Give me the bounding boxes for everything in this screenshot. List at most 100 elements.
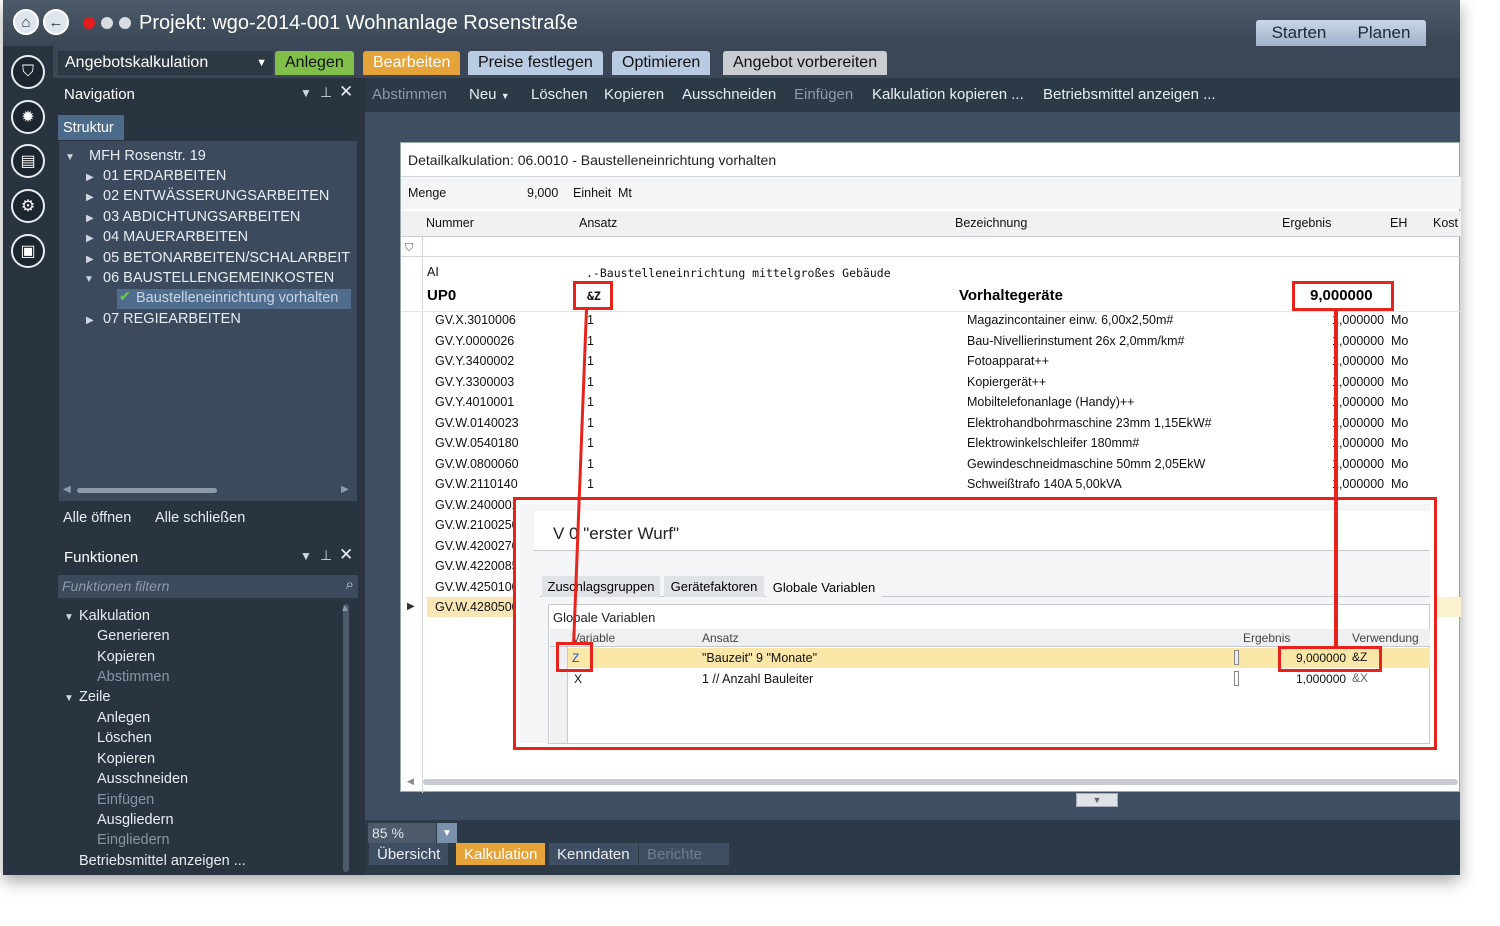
- func-abstimmen[interactable]: Abstimmen: [97, 669, 170, 685]
- minimize-dot-icon[interactable]: [101, 17, 113, 29]
- filter-row[interactable]: [401, 237, 1461, 257]
- row-bezeichnung[interactable]: Kopiergerät++: [967, 375, 1046, 389]
- col-ansatz[interactable]: Ansatz: [579, 216, 617, 230]
- row-bezeichnung[interactable]: Elektrohandbohrmaschine 23mm 1,15EkW#: [967, 416, 1212, 430]
- row-up0-nummer[interactable]: UP0: [427, 287, 456, 304]
- loeschen-button[interactable]: Löschen: [531, 86, 588, 103]
- einfuegen-button[interactable]: Einfügen: [794, 86, 853, 103]
- row-ansatz[interactable]: 1: [587, 436, 594, 450]
- row-nummer[interactable]: GV.W.2400001: [435, 498, 519, 512]
- kalkulation-kopieren-button[interactable]: Kalkulation kopieren ...: [872, 86, 1024, 103]
- tree-item-04[interactable]: 04 MAUERARBEITEN: [103, 229, 248, 245]
- row-nummer[interactable]: GV.W.4220085: [435, 559, 519, 573]
- close-icon[interactable]: ✕: [339, 545, 353, 565]
- tab-uebersicht[interactable]: Übersicht: [369, 843, 449, 865]
- func-loeschen[interactable]: Löschen: [97, 730, 152, 746]
- row-ansatz[interactable]: 1: [587, 477, 594, 491]
- row-eh[interactable]: Mo: [1391, 354, 1408, 368]
- caret-right-icon[interactable]: ▶: [86, 213, 94, 224]
- tab-anlegen[interactable]: Anlegen: [275, 51, 354, 75]
- settings-gear-icon[interactable]: ⚙: [11, 189, 45, 223]
- col-ergebnis[interactable]: Ergebnis: [1282, 216, 1331, 230]
- alle-schliessen-button[interactable]: Alle schließen: [155, 510, 245, 526]
- row-nummer[interactable]: GV.W.0540180: [435, 436, 519, 450]
- row-bezeichnung[interactable]: Fotoapparat++: [967, 354, 1049, 368]
- neu-button[interactable]: Neu ▼: [469, 86, 510, 103]
- func-ausschneiden[interactable]: Ausschneiden: [97, 771, 188, 787]
- func-einfuegen[interactable]: Einfügen: [97, 792, 154, 808]
- row-ansatz[interactable]: 1: [587, 457, 594, 471]
- row-eh[interactable]: Mo: [1391, 395, 1408, 409]
- menge-value[interactable]: 9,000: [527, 186, 558, 200]
- home-icon[interactable]: ⌂: [13, 9, 39, 35]
- tree-item-06[interactable]: 06 BAUSTELLENGEMEINKOSTEN: [103, 270, 334, 286]
- tab-berichte[interactable]: Berichte: [639, 843, 729, 865]
- caret-down-icon[interactable]: ▼: [84, 274, 94, 285]
- starten-tab[interactable]: Starten: [1272, 23, 1327, 43]
- close-dot-icon[interactable]: [83, 17, 95, 29]
- row-nummer[interactable]: GV.W.4280500: [435, 600, 519, 614]
- row-nummer[interactable]: GV.Y.0000026: [435, 334, 514, 348]
- func-generieren[interactable]: Generieren: [97, 628, 170, 644]
- tree-item-03[interactable]: 03 ABDICHTUNGSARBEITEN: [103, 209, 300, 225]
- col-eh[interactable]: EH: [1390, 216, 1407, 230]
- caret-right-icon[interactable]: ▶: [86, 315, 94, 326]
- row-ergebnis[interactable]: 1,000000: [1332, 354, 1384, 368]
- functions-filter-input[interactable]: Funktionen filtern ⌕: [58, 575, 358, 598]
- row-bezeichnung[interactable]: Gewindeschneidmaschine 50mm 2,05EkW: [967, 457, 1205, 471]
- window-icon[interactable]: ▣: [11, 234, 45, 268]
- row-ai-nummer[interactable]: AI: [427, 265, 439, 279]
- tree-item-02[interactable]: 02 ENTWÄSSERUNGSARBEITEN: [103, 188, 329, 204]
- row-eh[interactable]: Mo: [1391, 436, 1408, 450]
- filter-funnel-icon[interactable]: ⛉: [11, 55, 45, 89]
- chevron-down-icon[interactable]: ▼: [437, 823, 457, 843]
- tab-bearbeiten[interactable]: Bearbeiten: [363, 51, 461, 75]
- tab-preise-festlegen[interactable]: Preise festlegen: [468, 51, 603, 75]
- row-ergebnis[interactable]: 1,000000: [1332, 416, 1384, 430]
- func-anlegen[interactable]: Anlegen: [97, 710, 150, 726]
- abstimmen-button[interactable]: Abstimmen: [372, 86, 447, 103]
- expand-handle-icon[interactable]: ▼: [1076, 793, 1118, 807]
- row-eh[interactable]: Mo: [1391, 375, 1408, 389]
- row-bezeichnung[interactable]: Mobiltelefonanlage (Handy)++: [967, 395, 1134, 409]
- func-kopieren[interactable]: Kopieren: [97, 649, 155, 665]
- panel-menu-icon[interactable]: ▼: [300, 86, 312, 100]
- row-nummer[interactable]: GV.W.2110140: [435, 477, 518, 491]
- row-eh[interactable]: Mo: [1391, 416, 1408, 430]
- row-ansatz[interactable]: 1: [587, 354, 594, 368]
- scroll-right-icon[interactable]: ▶: [341, 484, 349, 495]
- ausschneiden-button[interactable]: Ausschneiden: [682, 86, 776, 103]
- row-eh[interactable]: Mo: [1391, 477, 1408, 491]
- tree-item-07[interactable]: 07 REGIEARBEITEN: [103, 311, 241, 327]
- pin-icon[interactable]: ⊥: [320, 84, 332, 101]
- functions-scrollbar[interactable]: [343, 604, 349, 872]
- row-nummer[interactable]: GV.X.3010006: [435, 313, 516, 327]
- row-ergebnis[interactable]: 1,000000: [1332, 457, 1384, 471]
- row-nummer[interactable]: GV.W.2100250: [435, 518, 519, 532]
- row-ergebnis[interactable]: 1,000000: [1332, 375, 1384, 389]
- row-nummer[interactable]: GV.W.4200270: [435, 539, 519, 553]
- zoom-select[interactable]: 85 %: [368, 823, 436, 843]
- caret-right-icon[interactable]: ▶: [86, 192, 94, 203]
- row-up0-bezeichnung[interactable]: Vorhaltegeräte: [959, 287, 1063, 304]
- pin-icon[interactable]: ⊥: [320, 547, 332, 564]
- horizontal-scrollbar[interactable]: [77, 488, 217, 493]
- col-nummer[interactable]: Nummer: [426, 216, 474, 230]
- row-nummer[interactable]: GV.Y.4010001: [435, 395, 514, 409]
- row-nummer[interactable]: GV.Y.3300003: [435, 375, 514, 389]
- sun-gear-icon[interactable]: ✹: [11, 100, 45, 134]
- betriebsmittel-anzeigen-button[interactable]: Betriebsmittel anzeigen ...: [1043, 86, 1216, 103]
- func-betriebsmittel-anzeigen[interactable]: Betriebsmittel anzeigen ...: [79, 853, 246, 869]
- scroll-left-icon[interactable]: ◀: [407, 776, 414, 787]
- row-ai-ansatz[interactable]: .-Baustelleneinrichtung mittelgroßes Geb…: [586, 266, 891, 280]
- tree-item-05[interactable]: 05 BETONARBEITEN/SCHALARBEITEN: [103, 250, 351, 266]
- row-ergebnis[interactable]: 1,000000: [1332, 477, 1384, 491]
- tree-item-baustelleneinrichtung[interactable]: Baustelleneinrichtung vorhalten: [136, 290, 338, 306]
- grid-horizontal-scrollbar[interactable]: [423, 779, 1458, 785]
- caret-right-icon[interactable]: ▶: [86, 254, 94, 265]
- tree-item-01[interactable]: 01 ERDARBEITEN: [103, 168, 226, 184]
- module-dropdown[interactable]: Angebotskalkulation ▼: [58, 51, 273, 75]
- row-eh[interactable]: Mo: [1391, 334, 1408, 348]
- caret-down-icon[interactable]: ▼: [65, 152, 75, 163]
- func-kopieren-zeile[interactable]: Kopieren: [97, 751, 155, 767]
